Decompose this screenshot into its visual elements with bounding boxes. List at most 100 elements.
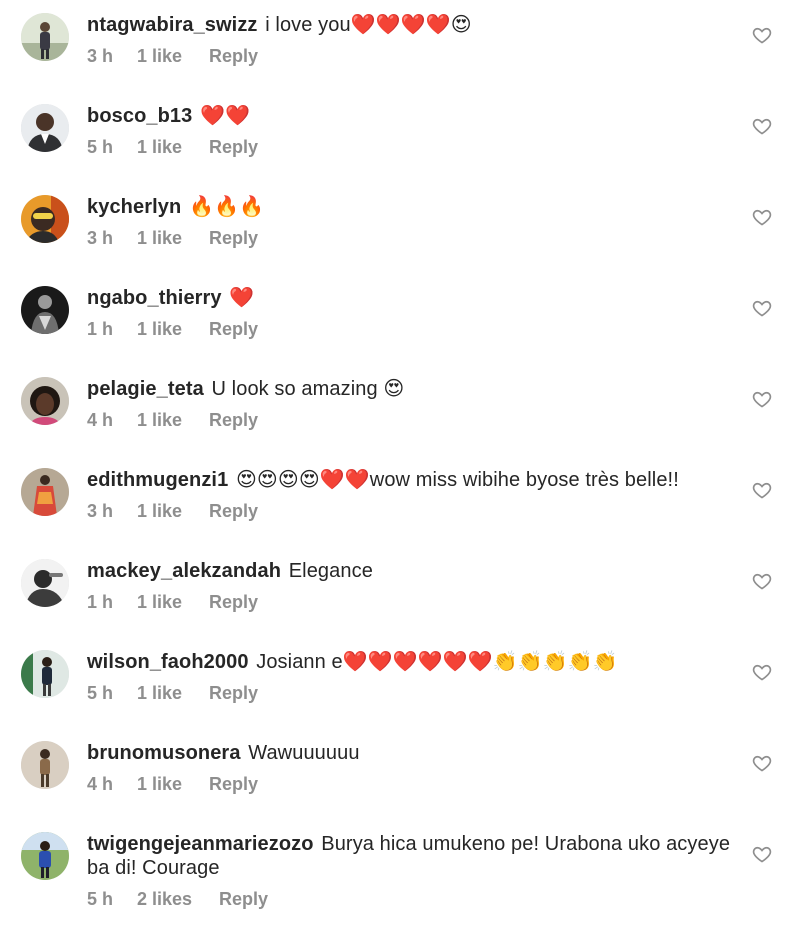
reply-button[interactable]: Reply — [209, 773, 258, 795]
avatar-photo-icon — [21, 195, 69, 243]
reply-button[interactable]: Reply — [209, 318, 258, 340]
comment-username[interactable]: wilson_faoh2000 — [87, 651, 249, 673]
reply-button[interactable]: Reply — [209, 591, 258, 613]
like-heart-button[interactable] — [752, 571, 772, 591]
comment-time: 3 h — [87, 228, 114, 248]
like-heart-button[interactable] — [752, 207, 772, 227]
comment-likes[interactable]: 1 like — [137, 773, 182, 795]
comment-time: 3 h — [87, 501, 114, 521]
comment-username[interactable]: brunomusonera — [87, 742, 241, 764]
heart-outline-icon — [752, 664, 772, 681]
avatar-photo-icon — [21, 286, 69, 334]
comment-meta: 3 h 1 like Reply — [87, 500, 258, 522]
comment-username[interactable]: ntagwabira_swizz — [87, 14, 258, 36]
like-heart-button[interactable] — [752, 25, 772, 45]
comment-username[interactable]: pelagie_teta — [87, 378, 204, 400]
like-heart-button[interactable] — [752, 662, 772, 682]
comment-body: wilson_faoh2000 Josiann e❤️❤️❤️❤️❤️❤️👏👏👏… — [87, 650, 737, 674]
comment-body: bosco_b13 ❤️❤️ — [87, 104, 737, 128]
avatar[interactable] — [21, 741, 69, 789]
comment-body: ntagwabira_swizz i love you❤️❤️❤️❤️😍 — [87, 13, 737, 37]
comment-body: ngabo_thierry ❤️ — [87, 286, 737, 310]
like-heart-button[interactable] — [752, 389, 772, 409]
comment-meta: 1 h 1 like Reply — [87, 318, 258, 340]
comment-body: kycherlyn 🔥🔥🔥 — [87, 195, 737, 219]
comment-time: 1 h — [87, 319, 114, 339]
reply-button[interactable]: Reply — [219, 888, 268, 910]
comment-time: 4 h — [87, 410, 114, 430]
avatar-photo-icon — [21, 650, 69, 698]
comment-username[interactable]: ngabo_thierry — [87, 287, 222, 309]
avatar-photo-icon — [21, 377, 69, 425]
like-heart-button[interactable] — [752, 753, 772, 773]
comment-username[interactable]: twigengejeanmariezozo — [87, 833, 314, 855]
avatar[interactable] — [21, 559, 69, 607]
comment-username[interactable]: mackey_alekzandah — [87, 560, 281, 582]
comment-time: 1 h — [87, 592, 114, 612]
reply-button[interactable]: Reply — [209, 136, 258, 158]
avatar-photo-icon — [21, 468, 69, 516]
comment-time: 3 h — [87, 46, 114, 66]
avatar[interactable] — [21, 650, 69, 698]
reply-button[interactable]: Reply — [209, 227, 258, 249]
avatar[interactable] — [21, 286, 69, 334]
comment-text: Wawuuuuuu — [248, 742, 360, 764]
avatar-photo-icon — [21, 13, 69, 61]
like-heart-button[interactable] — [752, 844, 772, 864]
comment-username[interactable]: edithmugenzi1 — [87, 469, 228, 491]
comment-meta: 5 h 2 likes Reply — [87, 888, 268, 910]
comment-meta: 4 h 1 like Reply — [87, 773, 258, 795]
comment-meta: 5 h 1 like Reply — [87, 682, 258, 704]
like-heart-button[interactable] — [752, 298, 772, 318]
comment-meta: 3 h 1 like Reply — [87, 227, 258, 249]
avatar[interactable] — [21, 377, 69, 425]
comment-likes[interactable]: 1 like — [137, 682, 182, 704]
comment-username[interactable]: bosco_b13 — [87, 105, 192, 127]
avatar[interactable] — [21, 468, 69, 516]
like-heart-button[interactable] — [752, 116, 772, 136]
comment-likes[interactable]: 1 like — [137, 45, 182, 67]
comment-text: 🔥🔥🔥 — [188, 196, 264, 218]
comment-text: U look so amazing 😍 — [211, 378, 405, 400]
comment-meta: 5 h 1 like Reply — [87, 136, 258, 158]
reply-button[interactable]: Reply — [209, 409, 258, 431]
reply-button[interactable]: Reply — [209, 45, 258, 67]
comment-text: 😍😍😍😍❤️❤️wow miss wibihe byose très belle… — [235, 469, 679, 491]
heart-outline-icon — [752, 391, 772, 408]
comment-likes[interactable]: 1 like — [137, 136, 182, 158]
heart-outline-icon — [752, 300, 772, 317]
comment-meta: 3 h 1 like Reply — [87, 45, 258, 67]
comment-time: 5 h — [87, 889, 114, 909]
avatar-photo-icon — [21, 104, 69, 152]
avatar[interactable] — [21, 104, 69, 152]
comment-body: edithmugenzi1 😍😍😍😍❤️❤️wow miss wibihe by… — [87, 468, 737, 492]
comment-likes[interactable]: 2 likes — [137, 888, 192, 910]
comment-time: 4 h — [87, 774, 114, 794]
comment-time: 5 h — [87, 683, 114, 703]
comment-body: twigengejeanmariezozo Burya hica umukeno… — [87, 832, 737, 880]
comment-likes[interactable]: 1 like — [137, 227, 182, 249]
comment-text: Josiann e❤️❤️❤️❤️❤️❤️👏👏👏👏👏 — [256, 651, 618, 673]
reply-button[interactable]: Reply — [209, 682, 258, 704]
comment-body: pelagie_teta U look so amazing 😍 — [87, 377, 737, 401]
heart-outline-icon — [752, 209, 772, 226]
comment-text: i love you❤️❤️❤️❤️😍 — [265, 14, 472, 36]
comment-likes[interactable]: 1 like — [137, 591, 182, 613]
comment-text: ❤️❤️ — [200, 105, 251, 127]
avatar[interactable] — [21, 195, 69, 243]
comment-body: mackey_alekzandah Elegance — [87, 559, 737, 583]
heart-outline-icon — [752, 118, 772, 135]
comment-meta: 1 h 1 like Reply — [87, 591, 258, 613]
comment-body: brunomusonera Wawuuuuuu — [87, 741, 737, 765]
avatar[interactable] — [21, 13, 69, 61]
reply-button[interactable]: Reply — [209, 500, 258, 522]
avatar[interactable] — [21, 832, 69, 880]
avatar-photo-icon — [21, 559, 69, 607]
comment-likes[interactable]: 1 like — [137, 409, 182, 431]
comment-likes[interactable]: 1 like — [137, 318, 182, 340]
comment-likes[interactable]: 1 like — [137, 500, 182, 522]
avatar-photo-icon — [21, 741, 69, 789]
heart-outline-icon — [752, 755, 772, 772]
like-heart-button[interactable] — [752, 480, 772, 500]
comment-username[interactable]: kycherlyn — [87, 196, 181, 218]
